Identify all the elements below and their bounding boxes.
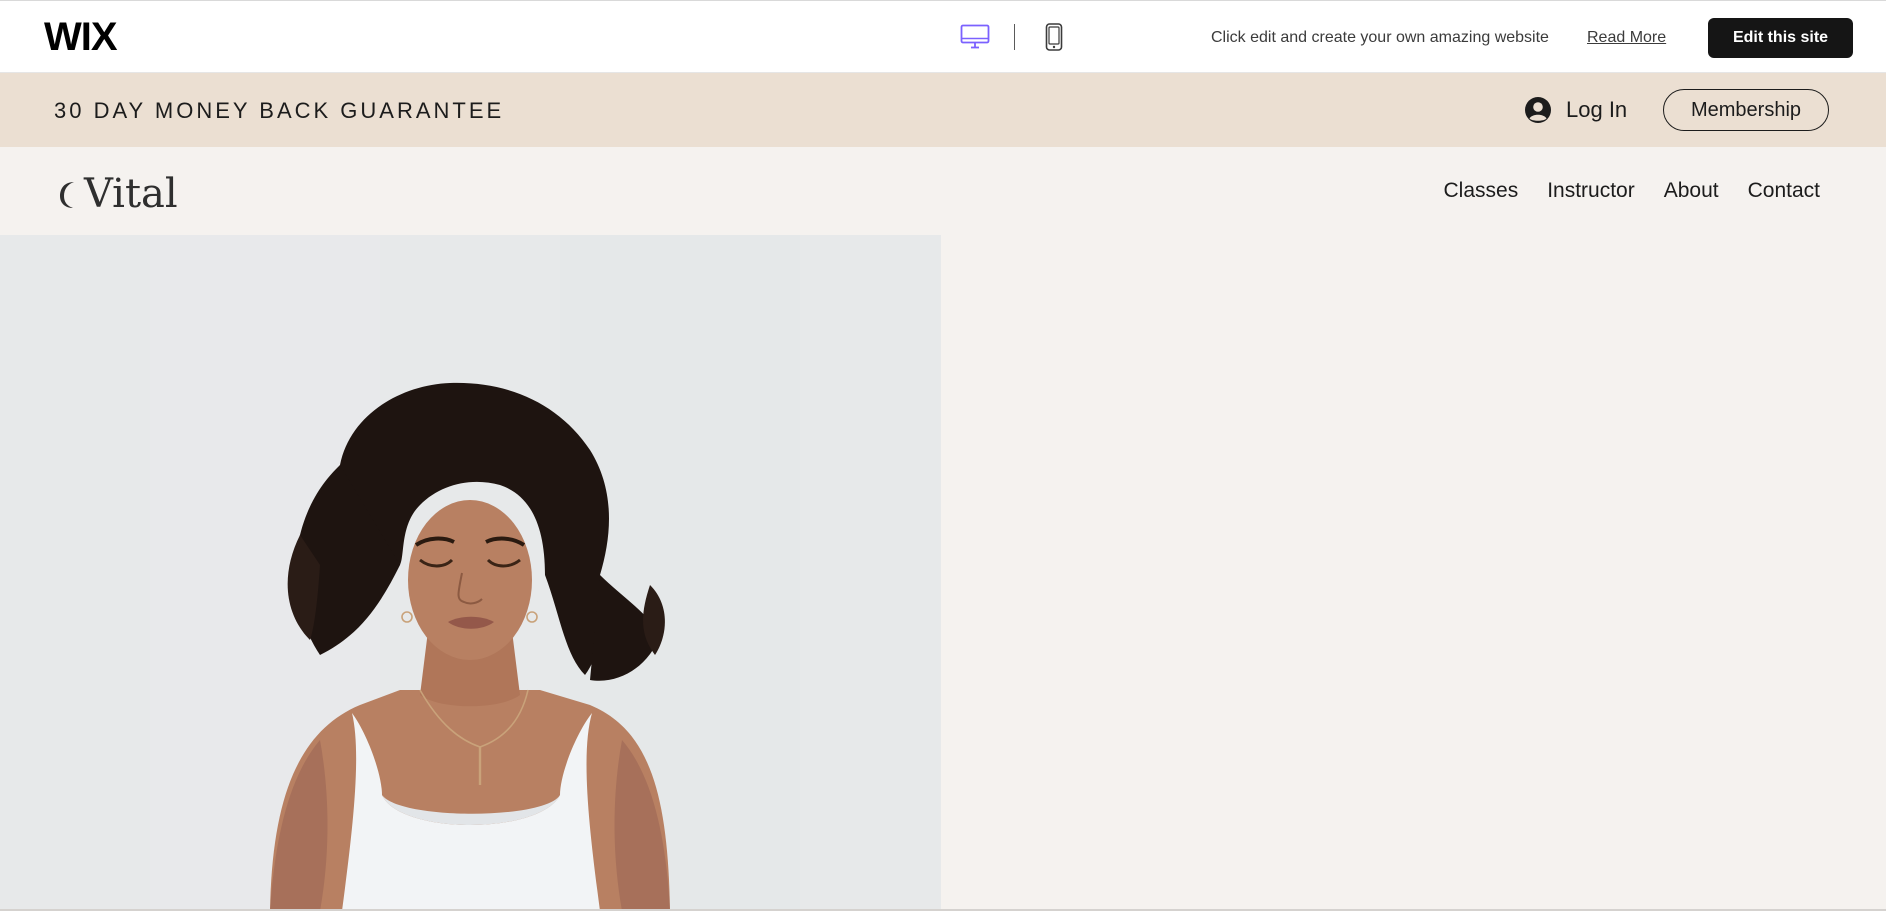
- site-header: Vital Classes Instructor About Contact: [0, 147, 1886, 235]
- wix-message: Click edit and create your own amazing w…: [1211, 29, 1549, 46]
- hero-section: [0, 235, 1886, 911]
- crescent-icon: [60, 182, 74, 208]
- nav-classes[interactable]: Classes: [1444, 177, 1519, 205]
- brand-logo[interactable]: Vital: [56, 169, 178, 219]
- wix-top-bar: WIX Click edit and create your own amazi…: [0, 0, 1886, 73]
- user-avatar-icon: [1525, 97, 1551, 123]
- mobile-icon[interactable]: [1037, 21, 1071, 53]
- wix-logo[interactable]: WIX: [44, 15, 118, 59]
- edit-site-button[interactable]: Edit this site: [1708, 18, 1853, 58]
- desktop-icon[interactable]: [958, 21, 992, 53]
- nav-about[interactable]: About: [1664, 177, 1719, 205]
- login-button[interactable]: Log In: [1524, 95, 1627, 125]
- hero-image: [0, 235, 941, 911]
- read-more-link[interactable]: Read More: [1587, 28, 1666, 48]
- nav-instructor[interactable]: Instructor: [1547, 177, 1635, 205]
- nav-contact[interactable]: Contact: [1748, 177, 1820, 205]
- guarantee-text: 30 DAY MONEY BACK GUARANTEE: [54, 98, 505, 123]
- main-nav: Classes Instructor About Contact: [1415, 177, 1821, 205]
- hero-right-panel: [941, 235, 1886, 911]
- login-label: Log In: [1566, 97, 1628, 122]
- promo-bar: 30 DAY MONEY BACK GUARANTEE Log In Membe…: [0, 73, 1886, 147]
- device-divider: [1014, 24, 1015, 50]
- meditating-woman-illustration: [0, 235, 941, 911]
- device-toggle: [958, 21, 1071, 53]
- membership-button[interactable]: Membership: [1663, 89, 1829, 131]
- brand-name: Vital: [84, 171, 178, 217]
